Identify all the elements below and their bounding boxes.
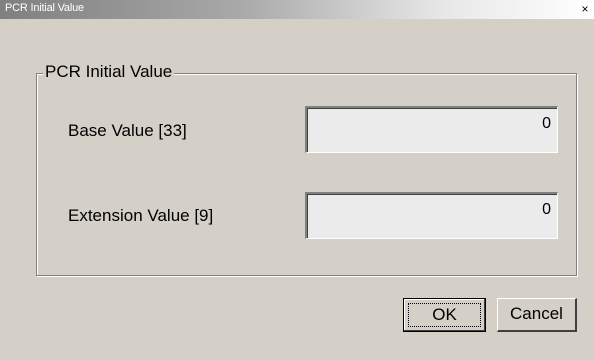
close-icon[interactable]: ×	[578, 1, 592, 17]
base-value-label: Base Value [33]	[68, 121, 187, 140]
base-value-field[interactable]: 0	[305, 106, 558, 153]
ok-button[interactable]: OK	[403, 298, 486, 332]
pcr-initial-value-dialog: PCR Initial Value × PCR Initial Value Ba…	[0, 0, 594, 360]
cancel-button[interactable]: Cancel	[497, 298, 577, 332]
window-title: PCR Initial Value	[5, 2, 84, 14]
extension-value-field[interactable]: 0	[305, 192, 558, 239]
groupbox-label: PCR Initial Value	[43, 62, 175, 82]
extension-value-label: Extension Value [9]	[68, 206, 214, 225]
ok-button-label: OK	[432, 305, 457, 324]
pcr-initial-value-groupbox	[36, 73, 577, 276]
title-bar[interactable]: PCR Initial Value ×	[0, 0, 594, 19]
